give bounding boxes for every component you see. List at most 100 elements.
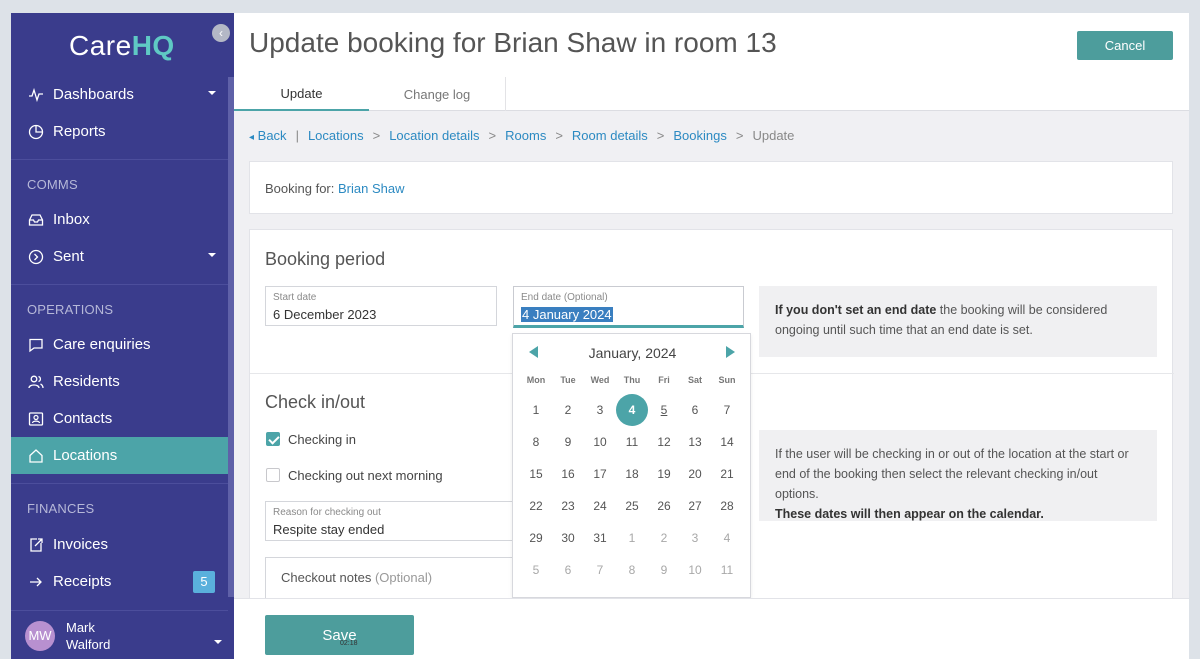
calendar-day[interactable]: 2	[648, 522, 680, 554]
sidebar-collapse-button[interactable]: ‹	[212, 24, 230, 42]
weekday-label: Fri	[658, 375, 670, 385]
breadcrumb-bookings[interactable]: Bookings	[673, 128, 726, 143]
calendar-day[interactable]: 30	[552, 522, 584, 554]
calendar-day[interactable]: 11	[711, 554, 743, 586]
start-date-value: 6 December 2023	[273, 307, 377, 322]
calendar-day[interactable]: 2	[552, 394, 584, 426]
calendar-day[interactable]: 26	[648, 490, 680, 522]
calendar-day[interactable]: 5	[648, 394, 680, 426]
checking-in-checkbox[interactable]	[266, 432, 280, 446]
chevron-down-icon[interactable]	[214, 640, 222, 644]
sidebar-item-inbox[interactable]: Inbox	[11, 201, 228, 238]
breadcrumb-current: Update	[752, 128, 795, 143]
calendar-day[interactable]: 19	[648, 458, 680, 490]
end-date-field[interactable]: End date (Optional) 4 January 2024	[513, 286, 744, 328]
chevron-down-icon	[208, 91, 216, 95]
calendar-day[interactable]: 22	[520, 490, 552, 522]
calendar-day[interactable]: 16	[552, 458, 584, 490]
calendar-day[interactable]: 1	[520, 394, 552, 426]
tab-change-log[interactable]: Change log	[369, 77, 506, 111]
breadcrumb-locations[interactable]: Locations	[308, 128, 364, 143]
calendar-day[interactable]: 6	[552, 554, 584, 586]
calendar-day[interactable]: 3	[679, 522, 711, 554]
logo-text-care: Care	[69, 30, 132, 61]
sidebar-item-sent[interactable]: Sent	[11, 238, 228, 275]
calendar-day[interactable]: 31	[584, 522, 616, 554]
sidebar-item-locations[interactable]: Locations	[11, 437, 228, 474]
pie-chart-icon	[27, 123, 45, 141]
sidebar-item-invoices[interactable]: Invoices	[11, 526, 228, 563]
sidebar-item-dashboards[interactable]: Dashboards	[11, 76, 228, 113]
calendar-day[interactable]: 9	[552, 426, 584, 458]
calendar-day[interactable]: 27	[679, 490, 711, 522]
check-info-bold: These dates will then appear on the cale…	[775, 507, 1044, 521]
sidebar-item-receipts[interactable]: Receipts 5	[11, 563, 228, 600]
calendar-day[interactable]: 7	[711, 394, 743, 426]
calendar-day[interactable]: 10	[679, 554, 711, 586]
calendar-month-title: January, 2024	[588, 345, 677, 361]
date-picker-popup: January, 2024 Mon Tue Wed Thu Fri Sat Sun 1 2 3 4 5…	[512, 333, 751, 598]
calendar-day[interactable]: 23	[552, 490, 584, 522]
calendar-day[interactable]: 15	[520, 458, 552, 490]
checking-out-label: Checking out next morning	[288, 468, 443, 483]
calendar-day[interactable]: 24	[584, 490, 616, 522]
checking-out-checkbox[interactable]	[266, 468, 280, 482]
sidebar-item-residents[interactable]: Residents	[11, 363, 228, 400]
calendar-day[interactable]: 17	[584, 458, 616, 490]
calendar-day[interactable]: 10	[584, 426, 616, 458]
carehq-logo[interactable]: CareHQ	[69, 30, 175, 62]
contact-card-icon	[27, 410, 45, 428]
calendar-day[interactable]: 3	[584, 394, 616, 426]
breadcrumb-room-details[interactable]: Room details	[572, 128, 648, 143]
calendar-day[interactable]: 8	[520, 426, 552, 458]
start-date-field[interactable]: Start date 6 December 2023	[265, 286, 497, 326]
breadcrumb-rooms[interactable]: Rooms	[505, 128, 546, 143]
next-month-button[interactable]	[726, 346, 735, 358]
chevron-down-icon	[208, 253, 216, 257]
sidebar-item-contacts[interactable]: Contacts	[11, 400, 228, 437]
breadcrumb-separator: >	[735, 128, 744, 143]
avatar: MW	[25, 621, 55, 651]
breadcrumb-location-details[interactable]: Location details	[389, 128, 479, 143]
calendar-day[interactable]: 25	[616, 490, 648, 522]
breadcrumb-separator: >	[372, 128, 381, 143]
calendar-day[interactable]: 29	[520, 522, 552, 554]
cancel-button[interactable]: Cancel	[1077, 31, 1173, 60]
breadcrumb-separator: |	[295, 128, 299, 143]
checkout-notes-label: Checkout notes (Optional)	[281, 570, 432, 585]
calendar-day[interactable]: 4	[616, 394, 648, 426]
booking-for-label: Booking for:	[265, 181, 335, 196]
reason-checking-out-field[interactable]: Reason for checking out Respite stay end…	[265, 501, 515, 541]
chevron-left-icon: ‹	[219, 26, 223, 40]
back-link[interactable]: ◂ Back	[249, 128, 287, 143]
inbox-icon	[27, 211, 45, 229]
calendar-day[interactable]: 12	[648, 426, 680, 458]
booking-for-name-link[interactable]: Brian Shaw	[338, 181, 404, 196]
calendar-day[interactable]: 4	[711, 522, 743, 554]
sidebar-item-care-enquiries[interactable]: Care enquiries	[11, 326, 228, 363]
save-button[interactable]: Save	[265, 615, 414, 655]
calendar-day[interactable]: 20	[679, 458, 711, 490]
calendar-day[interactable]: 18	[616, 458, 648, 490]
sidebar-item-reports[interactable]: Reports	[11, 113, 228, 150]
tab-update[interactable]: Update	[234, 77, 369, 111]
calendar-day[interactable]: 7	[584, 554, 616, 586]
calendar-day[interactable]: 13	[679, 426, 711, 458]
calendar-day[interactable]: 6	[679, 394, 711, 426]
user-name: Mark Walford	[66, 619, 110, 653]
chevron-left-icon: ◂	[249, 132, 255, 143]
calendar-day[interactable]: 1	[616, 522, 648, 554]
calendar-day[interactable]: 28	[711, 490, 743, 522]
sidebar-divider	[11, 483, 228, 484]
calendar-day[interactable]: 8	[616, 554, 648, 586]
reason-label: Reason for checking out	[273, 507, 381, 518]
user-menu[interactable]: MW Mark Walford	[25, 619, 110, 653]
calendar-day[interactable]: 9	[648, 554, 680, 586]
calendar-day[interactable]: 11	[616, 426, 648, 458]
breadcrumb-separator: >	[555, 128, 563, 143]
calendar-day[interactable]: 21	[711, 458, 743, 490]
calendar-day[interactable]: 14	[711, 426, 743, 458]
calendar-day[interactable]: 5	[520, 554, 552, 586]
check-in-out-info-box: If the user will be checking in or out o…	[759, 430, 1157, 521]
section-label-operations: OPERATIONS	[27, 302, 114, 317]
